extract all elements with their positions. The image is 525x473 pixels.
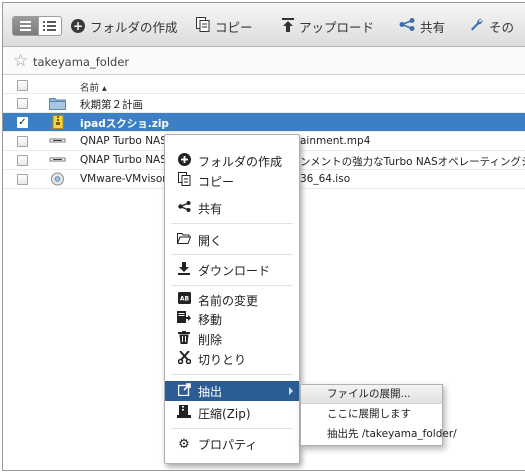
video-file-icon [49,134,66,148]
current-folder-path: takeyama_folder [33,55,130,69]
wrench-icon [469,17,484,35]
toolbar: + フォルダの作成 コピー アップロード 共有 その [3,3,525,47]
list-header: 名前 ▴ [3,76,525,94]
path-bar: ☆ takeyama_folder [3,47,525,75]
more-tools-button[interactable]: その [469,17,514,35]
copy-icon [196,17,210,35]
copy-icon [177,172,191,190]
menu-item-properties[interactable]: ⚙ プロパティ [165,434,299,454]
more-tools-label: その [489,19,515,35]
menu-item-create-folder[interactable]: フォルダの作成 [165,151,299,171]
svg-text:AB: AB [179,296,189,303]
context-menu: フォルダの作成 コピー 共有 開く ダウンロード AB 名前の変更 移動 削除 … [164,134,300,464]
share-button[interactable]: 共有 [399,17,445,35]
move-icon [177,310,191,328]
folder-icon [49,96,66,110]
menu-item-download[interactable]: ダウンロード [165,260,299,280]
upload-label: アップロード [299,19,375,35]
submenu-item-extract-to[interactable]: 抽出先 /takeyama_folder/ [301,425,457,444]
name-column-header[interactable]: 名前 ▴ [80,80,107,94]
row-checkbox[interactable]: ✓ [17,117,28,128]
menu-item-copy[interactable]: コピー [165,171,299,191]
menu-item-delete[interactable]: 削除 [165,329,299,349]
scissors-icon [177,349,191,368]
file-name: 秋期第２計画 [80,99,143,111]
menu-item-rename[interactable]: AB 名前の変更 [165,290,299,310]
row-checkbox[interactable] [17,174,28,185]
menu-item-share[interactable]: 共有 [165,198,299,218]
file-name: VMware-VMvisor [80,173,167,185]
share-label: 共有 [420,19,446,35]
menu-item-cut[interactable]: 切りとり [165,349,299,369]
list-item[interactable]: ✓ ipadスクショ.zip [3,113,525,132]
create-folder-label: フォルダの作成 [90,19,178,35]
file-name-tail: 36_64.iso [300,173,351,185]
file-manager-window: + フォルダの作成 コピー アップロード 共有 その ☆ takeyama_fo… [2,2,525,471]
extract-icon [177,382,191,400]
gears-icon: ⚙ [178,436,190,452]
list-view-icon[interactable] [13,17,38,35]
menu-separator [171,254,293,255]
menu-separator [171,285,293,286]
disc-image-icon [49,172,66,186]
select-all-checkbox[interactable] [17,80,28,91]
menu-separator [171,223,293,224]
sort-ascending-icon: ▴ [102,83,107,94]
menu-item-extract[interactable]: 抽出 [165,381,299,401]
menu-item-compress[interactable]: 圧縮(Zip) [165,403,299,423]
file-name: QNAP Turbo NAS [80,154,167,166]
create-folder-button[interactable]: + フォルダの作成 [71,17,178,35]
rename-icon: AB [177,292,191,308]
file-name: ipadスクショ.zip [80,118,169,130]
menu-separator [171,374,293,375]
submenu-item-extract-files[interactable]: ファイルの展開... [301,385,442,404]
file-name-tail: ンメントの強力なTurbo NASオペレーティングシ [300,156,525,168]
extract-submenu: ファイルの展開... ここに展開します 抽出先 /takeyama_folder… [300,384,457,446]
menu-item-move[interactable]: 移動 [165,309,299,329]
add-circle-icon: + [71,19,85,33]
menu-item-open[interactable]: 開く [165,230,299,250]
share-icon [399,18,415,34]
trash-icon [177,330,191,348]
detail-view-icon[interactable] [38,17,61,35]
row-checkbox[interactable] [17,136,28,147]
download-icon [177,261,191,279]
compress-icon [177,404,191,422]
open-folder-icon [176,232,192,248]
submenu-item-extract-here[interactable]: ここに展開します [301,405,442,424]
view-toggle [12,16,62,36]
submenu-arrow-icon [289,387,293,395]
copy-button[interactable]: コピー [196,17,253,35]
row-checkbox[interactable] [17,98,28,109]
share-icon [177,200,191,216]
upload-button[interactable]: アップロード [282,17,374,35]
copy-label: コピー [215,19,253,35]
menu-separator [171,428,293,429]
upload-icon [282,17,294,35]
video-file-icon [49,153,66,167]
star-icon[interactable]: ☆ [13,51,28,71]
list-item[interactable]: 秋期第２計画 [3,94,525,113]
zip-file-icon [49,115,66,129]
row-checkbox[interactable] [17,155,28,166]
file-name: QNAP Turbo NAS [80,135,167,147]
add-circle-icon [177,152,191,170]
file-name-tail: ainment.mp4 [300,135,371,147]
